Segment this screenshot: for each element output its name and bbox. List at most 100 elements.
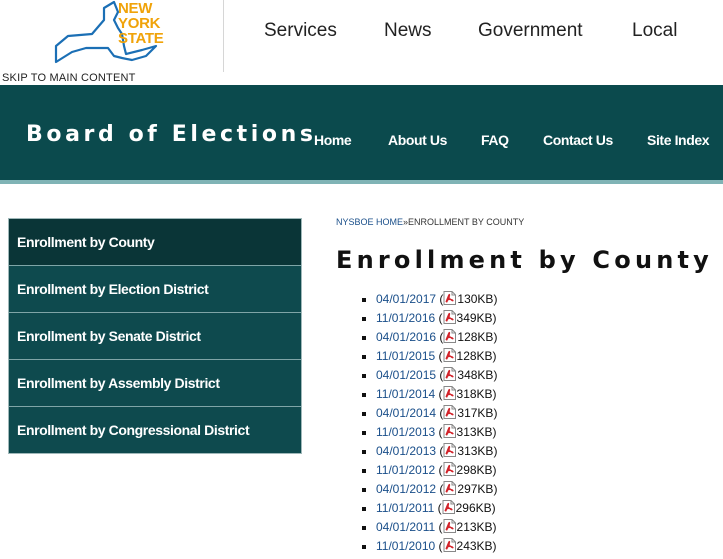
pdf-icon[interactable] — [443, 443, 457, 457]
paren-close: ) — [491, 501, 496, 515]
agency-nav-contact-us[interactable]: Contact Us — [543, 132, 613, 148]
paren-open: ( — [435, 311, 443, 325]
file-date-link[interactable]: 04/01/2017 — [376, 292, 436, 306]
file-size: 243KB — [456, 539, 493, 553]
bullet-marker — [362, 355, 366, 359]
banner-stripe — [0, 180, 723, 184]
list-item: 11/01/2010 (243KB) — [360, 537, 497, 556]
paren-open: ( — [436, 330, 444, 344]
paren-open: ( — [435, 425, 443, 439]
list-item: 11/01/2013 (313KB) — [360, 423, 497, 442]
pdf-icon[interactable] — [443, 348, 456, 362]
paren-open: ( — [436, 368, 444, 382]
pdf-icon[interactable] — [443, 329, 457, 343]
file-date-link[interactable]: 04/01/2014 — [376, 406, 436, 420]
bullet-marker — [362, 507, 366, 511]
bullet-marker — [362, 393, 366, 397]
agency-nav-about-us[interactable]: About Us — [388, 132, 447, 148]
paren-close: ) — [492, 311, 497, 325]
agency-nav-site-index[interactable]: Site Index — [647, 132, 710, 148]
paren-close: ) — [493, 406, 498, 420]
bullet-marker — [362, 526, 366, 530]
file-date-link[interactable]: 04/01/2012 — [376, 482, 436, 496]
bullet-marker — [362, 374, 366, 378]
file-date-link[interactable]: 04/01/2013 — [376, 444, 436, 458]
breadcrumb-current: ENROLLMENT BY COUNTY — [408, 217, 525, 227]
pdf-icon[interactable] — [443, 386, 456, 400]
list-item: 11/01/2015 (128KB) — [360, 347, 497, 366]
list-item: 11/01/2016 (349KB) — [360, 309, 497, 328]
file-size: 128KB — [456, 349, 493, 363]
bullet-marker — [362, 488, 366, 492]
logo-line: NEW — [118, 0, 153, 17]
sidebar-item-enrollment-by-senate-district[interactable]: Enrollment by Senate District — [9, 312, 301, 359]
pdf-icon[interactable] — [443, 481, 457, 495]
file-size: 349KB — [456, 311, 493, 325]
list-item: 11/01/2011 (296KB) — [360, 499, 497, 518]
enrollment-file-list: 04/01/2017 (130KB) 11/01/2016 (349KB) 04/0… — [360, 290, 497, 556]
agency-title[interactable]: Board of Elections — [26, 122, 317, 147]
agency-nav-faq[interactable]: FAQ — [481, 132, 509, 148]
paren-open: ( — [435, 349, 443, 363]
paren-close: ) — [493, 368, 498, 382]
file-size: 317KB — [457, 406, 494, 420]
nav-services[interactable]: Services — [264, 20, 337, 42]
bullet-marker — [362, 450, 366, 454]
paren-close: ) — [492, 349, 497, 363]
file-date-link[interactable]: 11/01/2014 — [376, 387, 435, 401]
nav-news[interactable]: News — [384, 20, 432, 42]
file-date-link[interactable]: 11/01/2013 — [376, 425, 435, 439]
paren-close: ) — [493, 444, 498, 458]
sidebar-item-enrollment-by-election-district[interactable]: Enrollment by Election District — [9, 265, 301, 312]
list-item: 04/01/2016 (128KB) — [360, 328, 497, 347]
paren-open: ( — [435, 539, 443, 553]
logo-line: STATE — [118, 30, 164, 47]
nys-logo[interactable]: NEW YORK STATE — [52, 0, 172, 68]
file-date-link[interactable]: 11/01/2010 — [376, 539, 435, 553]
list-item: 04/01/2013 (313KB) — [360, 442, 497, 461]
sidebar-item-enrollment-by-congressional-district[interactable]: Enrollment by Congressional District — [9, 406, 301, 453]
pdf-icon[interactable] — [443, 367, 457, 381]
pdf-icon[interactable] — [443, 310, 456, 324]
sidebar-item-enrollment-by-county[interactable]: Enrollment by County — [9, 219, 301, 265]
paren-open: ( — [435, 387, 443, 401]
file-date-link[interactable]: 11/01/2016 — [376, 311, 435, 325]
file-date-link[interactable]: 11/01/2011 — [376, 501, 434, 515]
file-date-link[interactable]: 04/01/2015 — [376, 368, 436, 382]
file-size: 130KB — [457, 292, 494, 306]
file-date-link[interactable]: 11/01/2012 — [376, 463, 435, 477]
file-size: 313KB — [456, 425, 493, 439]
list-item: 04/01/2011 (213KB) — [360, 518, 497, 537]
file-date-link[interactable]: 04/01/2011 — [376, 520, 435, 534]
list-item: 11/01/2012 (298KB) — [360, 461, 497, 480]
list-item: 11/01/2014 (318KB) — [360, 385, 497, 404]
file-date-link[interactable]: 04/01/2016 — [376, 330, 436, 344]
paren-close: ) — [492, 425, 497, 439]
pdf-icon[interactable] — [443, 462, 456, 476]
file-size: 313KB — [457, 444, 494, 458]
breadcrumb: NYSBOE HOME»ENROLLMENT BY COUNTY — [336, 217, 524, 227]
file-size: 213KB — [456, 520, 493, 534]
pdf-icon[interactable] — [442, 500, 455, 514]
pdf-icon[interactable] — [443, 405, 457, 419]
header-divider — [223, 0, 224, 72]
pdf-icon[interactable] — [443, 538, 456, 552]
file-date-link[interactable]: 11/01/2015 — [376, 349, 435, 363]
list-item: 04/01/2012 (297KB) — [360, 480, 497, 499]
paren-close: ) — [492, 539, 497, 553]
breadcrumb-home-link[interactable]: NYSBOE HOME — [336, 217, 403, 227]
skip-to-main-link[interactable]: SKIP TO MAIN CONTENT — [2, 72, 136, 84]
bullet-marker — [362, 469, 366, 473]
paren-close: ) — [493, 292, 498, 306]
file-size: 297KB — [457, 482, 494, 496]
bullet-marker — [362, 545, 366, 549]
agency-nav-home[interactable]: Home — [314, 132, 352, 148]
nav-local[interactable]: Local — [632, 20, 677, 42]
pdf-icon[interactable] — [443, 519, 456, 533]
sidebar-item-enrollment-by-assembly-district[interactable]: Enrollment by Assembly District — [9, 359, 301, 406]
pdf-icon[interactable] — [443, 291, 457, 305]
nav-government[interactable]: Government — [478, 20, 583, 42]
pdf-icon[interactable] — [443, 424, 456, 438]
bullet-marker — [362, 412, 366, 416]
paren-close: ) — [492, 520, 497, 534]
